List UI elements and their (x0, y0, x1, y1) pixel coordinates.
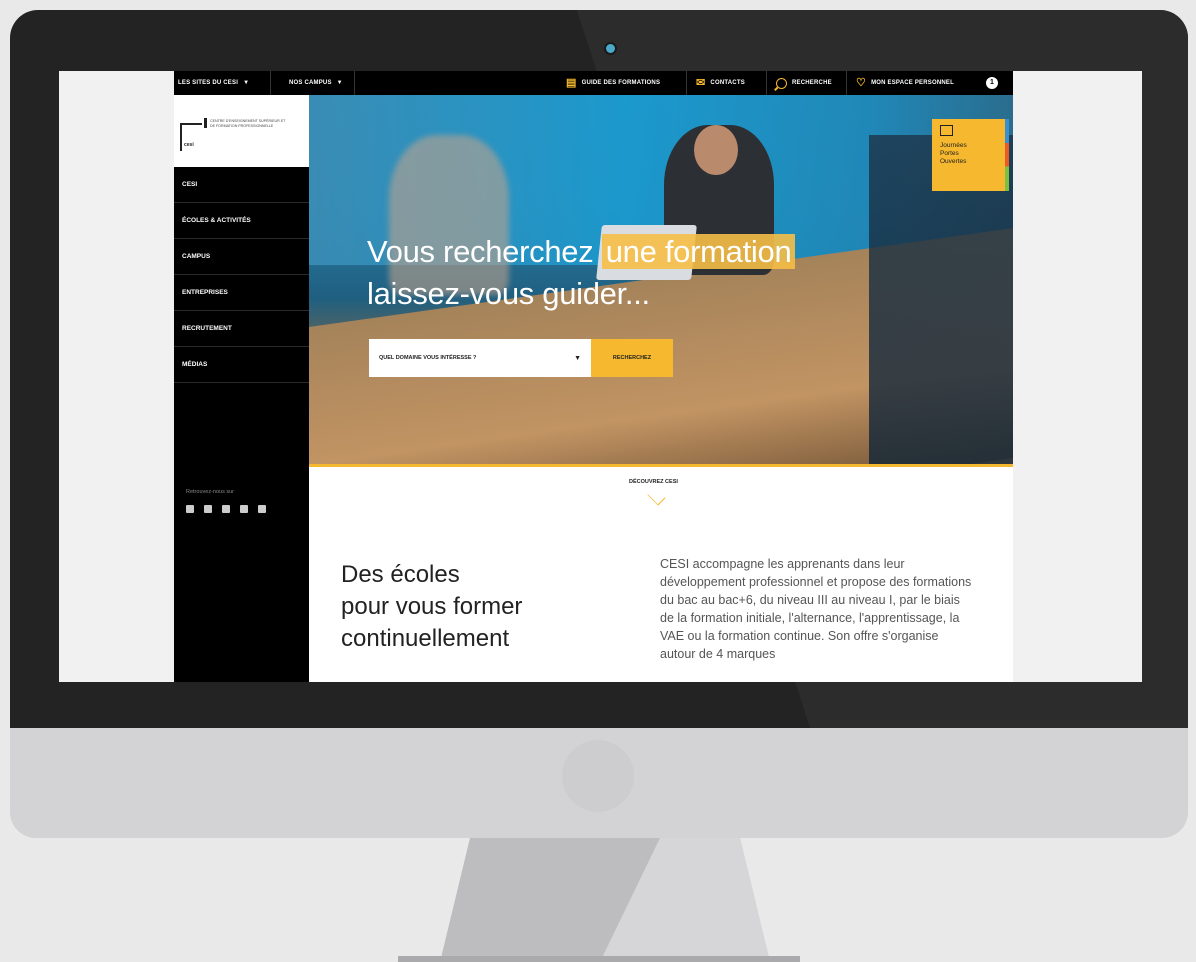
guide-label: GUIDE DES FORMATIONS (581, 80, 661, 86)
logo-mark: cesi (184, 142, 194, 148)
calendar-icon (940, 125, 953, 136)
divider (354, 71, 355, 95)
color-stripe (1005, 119, 1009, 191)
logo-tagline: CENTRE D'ENSEIGNEMENT SUPÉRIEUR ET DE FO… (210, 119, 286, 128)
sidebar-item-recrutement[interactable]: RECRUTEMENT (174, 311, 309, 347)
search-button[interactable]: RECHERCHEZ (591, 339, 673, 377)
divider (270, 71, 271, 95)
jpo-line2: Portes (940, 150, 959, 158)
chevron-down-icon[interactable] (647, 487, 666, 506)
social-links (186, 505, 266, 513)
sidebar-item-label: CAMPUS (182, 253, 211, 260)
sites-label: LES SITES DU CESI (178, 80, 239, 86)
sidebar-item-campus[interactable]: CAMPUS (174, 239, 309, 275)
space-label: MON ESPACE PERSONNEL (871, 80, 954, 86)
intro-text: CESI accompagne les apprenants dans leur… (660, 557, 972, 661)
open-days-button[interactable]: Journées Portes Ouvertes (932, 119, 1009, 191)
divider (686, 71, 687, 95)
jpo-line3: Ouvertes (940, 158, 967, 166)
divider (846, 71, 847, 95)
discover-link[interactable]: DÉCOUVREZ CESI (629, 479, 678, 485)
sidebar-item-label: MÉDIAS (182, 361, 208, 368)
web-page: LES SITES DU CESI ▼ NOS CAMPUS ▼ ▤ GUIDE… (174, 71, 1013, 682)
monitor-logo (562, 740, 634, 812)
divider (766, 71, 767, 95)
search-label: RECHERCHE (792, 80, 832, 86)
hero-title-highlight: une formation (601, 234, 796, 269)
guide-link[interactable]: ▤ GUIDE DES FORMATIONS (566, 71, 660, 95)
user-button[interactable]: 1 (986, 71, 998, 95)
contacts-icon: ✉ (696, 76, 706, 89)
sidebar-item-entreprises[interactable]: ENTREPRISES (174, 275, 309, 311)
sidebar-item-label: CESI (182, 181, 198, 188)
book-icon: ▤ (566, 76, 577, 89)
logo-bar (204, 118, 207, 128)
sites-dropdown[interactable]: LES SITES DU CESI ▼ (178, 71, 249, 95)
search-icon (776, 77, 787, 89)
twitter-icon[interactable] (204, 505, 212, 513)
logo[interactable]: cesi CENTRE D'ENSEIGNEMENT SUPÉRIEUR ET … (174, 95, 309, 167)
caret-down-icon: ▼ (574, 354, 581, 362)
campus-dropdown[interactable]: NOS CAMPUS ▼ (289, 71, 343, 95)
jpo-line1: Journées (940, 142, 967, 149)
sidebar: cesi CENTRE D'ENSEIGNEMENT SUPÉRIEUR ET … (174, 95, 309, 682)
sidebar-item-ecoles[interactable]: ÉCOLES & ACTIVITÉS (174, 203, 309, 239)
sidebar-item-cesi[interactable]: CESI (174, 167, 309, 203)
sidebar-item-medias[interactable]: MÉDIAS (174, 347, 309, 383)
user-badge: 1 (986, 77, 998, 89)
hero-title-part1: Vous recherchez (367, 234, 602, 269)
intro-title: Des écoles pour vous former continuellem… (341, 561, 523, 652)
formation-search: QUEL DOMAINE VOUS INTÉRESSE ? ▼ RECHERCH… (369, 339, 673, 377)
heart-icon: ♡ (856, 76, 867, 89)
camera-icon (606, 44, 615, 53)
sidebar-item-label: RECRUTEMENT (182, 325, 232, 332)
hero-title: Vous recherchez une formation laissez-vo… (367, 231, 796, 315)
caret-down-icon: ▼ (243, 80, 250, 86)
caret-down-icon: ▼ (336, 80, 343, 86)
search-link[interactable]: RECHERCHE (776, 71, 832, 95)
sidebar-item-label: ÉCOLES & ACTIVITÉS (182, 217, 251, 224)
follow-label: Retrouvez-nous sur (186, 489, 234, 495)
personal-space-link[interactable]: ♡ MON ESPACE PERSONNEL (856, 71, 954, 95)
stand-base (398, 956, 800, 962)
contacts-label: CONTACTS (710, 80, 745, 86)
screen: LES SITES DU CESI ▼ NOS CAMPUS ▼ ▤ GUIDE… (59, 71, 1142, 682)
youtube-icon[interactable] (258, 505, 266, 513)
sidebar-item-label: ENTREPRISES (182, 289, 228, 296)
monitor-stand (398, 838, 800, 962)
hero-title-line2: laissez-vous guider... (367, 276, 650, 311)
linkedin-icon[interactable] (222, 505, 230, 513)
facebook-icon[interactable] (186, 505, 194, 513)
contacts-link[interactable]: ✉ CONTACTS (696, 71, 745, 95)
top-bar: LES SITES DU CESI ▼ NOS CAMPUS ▼ ▤ GUIDE… (174, 71, 1013, 95)
domain-select[interactable]: QUEL DOMAINE VOUS INTÉRESSE ? ▼ (369, 339, 591, 377)
instagram-icon[interactable] (240, 505, 248, 513)
hero-person-head (694, 125, 738, 175)
domain-select-value: QUEL DOMAINE VOUS INTÉRESSE ? (379, 355, 477, 361)
hero-underline (309, 464, 1013, 467)
hero-banner: Vous recherchez une formation laissez-vo… (309, 95, 1013, 465)
campus-label: NOS CAMPUS (289, 80, 332, 86)
